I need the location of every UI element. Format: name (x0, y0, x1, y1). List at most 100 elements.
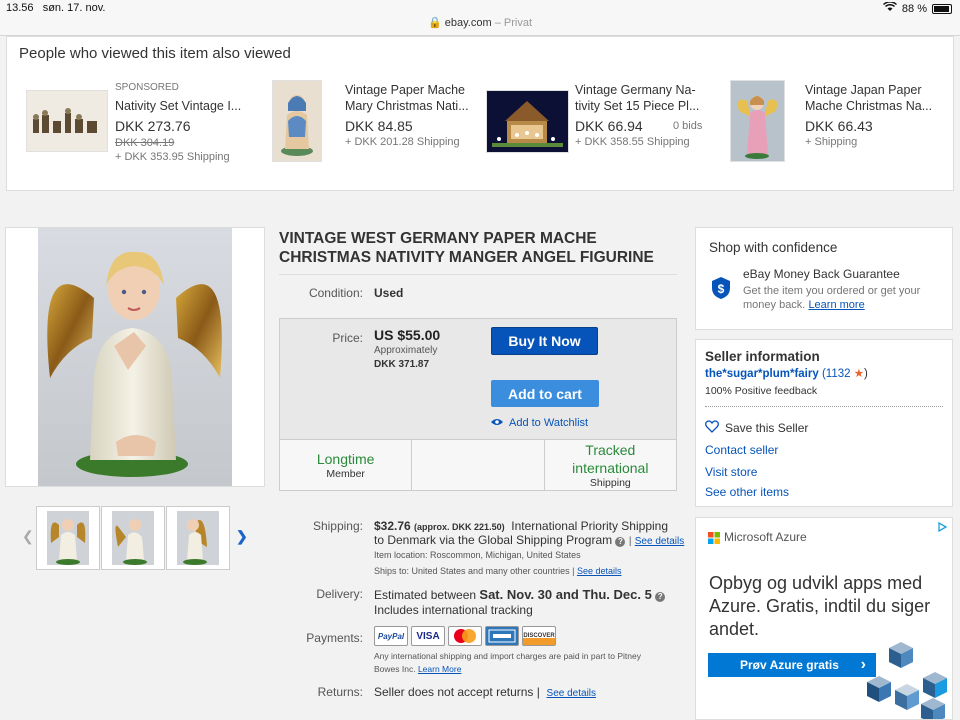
nativity-scene-thumbnail[interactable] (486, 90, 569, 153)
also-viewed-item-shipping: + DKK 358.55 Shipping (575, 136, 690, 148)
help-icon[interactable]: ? (615, 537, 626, 547)
ad-cta-button[interactable]: Prøv Azure gratis › (708, 653, 876, 677)
main-image-panel[interactable] (5, 227, 265, 487)
bid-count: 0 bids (673, 120, 703, 132)
heart-icon (705, 420, 719, 436)
feedback-count[interactable]: (1132 (822, 368, 851, 380)
discover-logo: DISCOVER (522, 626, 556, 646)
shipping-see-details-link[interactable]: See details (635, 536, 684, 547)
guarantee-line2-wrap: money back. Learn more (743, 299, 865, 311)
badge-main: Tracked international (572, 442, 649, 476)
shipping-price: $32.76 (374, 519, 411, 533)
help-icon[interactable]: ? (655, 592, 666, 602)
thumbnail-prev-arrow[interactable]: ❮ (22, 528, 34, 545)
thumbnail-1[interactable] (36, 506, 100, 570)
also-viewed-item-title[interactable]: Nativity Set Vintage I... (115, 98, 241, 114)
lock-icon: 🔒 (428, 17, 442, 29)
guarantee-learn-more-link[interactable]: Learn more (808, 299, 864, 311)
battery-icon (932, 3, 952, 14)
ships-to-text: Ships to: United States and many other c… (374, 566, 570, 576)
price-approx-label: Approximately (374, 345, 438, 356)
title-divider (279, 274, 677, 275)
returns-value: Seller does not accept returns (374, 685, 534, 699)
also-viewed-item-price: DKK 66.94 (575, 118, 643, 134)
shipping-destination: to Denmark via the Global Shipping Progr… (374, 533, 685, 547)
address-bar[interactable]: 🔒 ebay.com – Privat (0, 16, 960, 29)
price-value: US $55.00 (374, 327, 441, 343)
positive-feedback: 100% Positive feedback (705, 385, 818, 397)
thumbnail-2[interactable] (101, 506, 165, 570)
save-seller-label: Save this Seller (725, 421, 809, 435)
payments-learn-more-link[interactable]: Learn More (418, 664, 461, 674)
visit-store-link[interactable]: Visit store (705, 465, 757, 479)
also-viewed-item-title[interactable]: Vintage Japan Paper (805, 82, 922, 98)
confidence-title: Shop with confidence (709, 240, 838, 255)
longtime-member-badge: Longtime Member (280, 440, 413, 490)
payments-label: Payments: (306, 631, 363, 645)
shipping-label: Shipping: (312, 519, 363, 533)
watchlist-label: Add to Watchlist (509, 417, 589, 429)
date: søn. 17. nov. (42, 2, 106, 14)
also-viewed-item-title[interactable]: Vintage Germany Na- (575, 82, 696, 98)
condition-label: Condition: (308, 286, 363, 300)
badge-main: Longtime (316, 451, 375, 467)
buy-it-now-button[interactable]: Buy It Now (491, 327, 598, 355)
guarantee-line2: money back. (743, 299, 806, 311)
add-to-watchlist-link[interactable]: Add to Watchlist (491, 417, 588, 429)
see-other-items-link[interactable]: See other items (705, 485, 789, 499)
shipping-approx: (approx. DKK 221.50) (414, 522, 505, 532)
also-viewed-item-shipping: + Shipping (805, 136, 858, 148)
shipping-dest-text: to Denmark via the Global Shipping Progr… (374, 533, 613, 547)
delivery-text: Estimated between (374, 588, 477, 602)
also-viewed-item-title-2[interactable]: tivity Set 15 Piece Pl... (575, 98, 699, 114)
svg-text:$: $ (718, 282, 725, 296)
returns-info: Seller does not accept returns | See det… (374, 685, 597, 699)
returns-label: Returns: (317, 685, 363, 699)
battery-percent: 88 % (901, 2, 927, 15)
microsoft-logo-icon (708, 531, 720, 549)
badge-sub: Member (326, 468, 365, 480)
shield-icon: $ (710, 276, 732, 305)
also-viewed-item-shipping: + DKK 353.95 Shipping (115, 151, 230, 163)
also-viewed-item-title-2[interactable]: Mary Christmas Nati... (345, 98, 469, 114)
also-viewed-item-title[interactable]: Vintage Paper Mache (345, 82, 465, 98)
price-dkk: DKK 371.87 (374, 359, 430, 370)
delivery-tracking: Includes international tracking (374, 603, 533, 617)
price-label: Price: (332, 331, 363, 345)
guarantee-title: eBay Money Back Guarantee (743, 267, 900, 281)
mary-figurine-thumbnail[interactable] (272, 80, 322, 162)
thumbnail-next-arrow[interactable]: ❯ (236, 528, 248, 545)
payments-note-line1: Any international shipping and import ch… (374, 651, 641, 661)
sponsored-label: SPONSORED (115, 82, 179, 93)
nativity-set-thumbnail[interactable] (26, 90, 108, 152)
delivery-dates: Sat. Nov. 30 and Thu. Dec. 5 (479, 587, 652, 602)
also-viewed-item-shipping: + DKK 201.28 Shipping (345, 136, 460, 148)
ad-panel[interactable]: Microsoft Azure Opbyg og udvikl apps med… (695, 517, 953, 720)
paypal-logo: PayPal (374, 626, 408, 646)
ad-cta-label: Prøv Azure gratis (740, 658, 839, 672)
japan-angel-thumbnail[interactable] (730, 80, 785, 162)
ad-choices-icon[interactable] (936, 520, 948, 538)
clock: 13.56 (6, 2, 34, 14)
returns-see-details-link[interactable]: See details (547, 688, 596, 699)
empty-badge (412, 440, 545, 490)
eye-icon (491, 417, 503, 429)
add-to-cart-button[interactable]: Add to cart (491, 380, 599, 407)
mastercard-logo (448, 626, 482, 646)
delivery-estimate: Estimated between Sat. Nov. 30 and Thu. … (374, 587, 666, 602)
seller-name-link[interactable]: the*sugar*plum*fairy (705, 368, 819, 380)
azure-cubes-graphic (861, 638, 952, 719)
condition-value: Used (374, 286, 404, 300)
ad-headline-line1: Opbyg og udvikl apps med (709, 573, 923, 593)
also-viewed-title: People who viewed this item also viewed (19, 45, 291, 62)
ships-to-see-details-link[interactable]: See details (577, 566, 622, 576)
delivery-label: Delivery: (316, 587, 363, 601)
save-seller-link[interactable]: Save this Seller (705, 420, 808, 436)
thumbnail-3[interactable] (166, 506, 230, 570)
payments-note-line2: Bowes Inc. (374, 664, 416, 674)
contact-seller-link[interactable]: Contact seller (705, 443, 778, 457)
angel-figurine-image[interactable] (6, 228, 264, 486)
also-viewed-item-title-2[interactable]: Mache Christmas Na... (805, 98, 932, 114)
amex-logo (485, 626, 519, 646)
also-viewed-item-price: DKK 66.43 (805, 118, 873, 134)
